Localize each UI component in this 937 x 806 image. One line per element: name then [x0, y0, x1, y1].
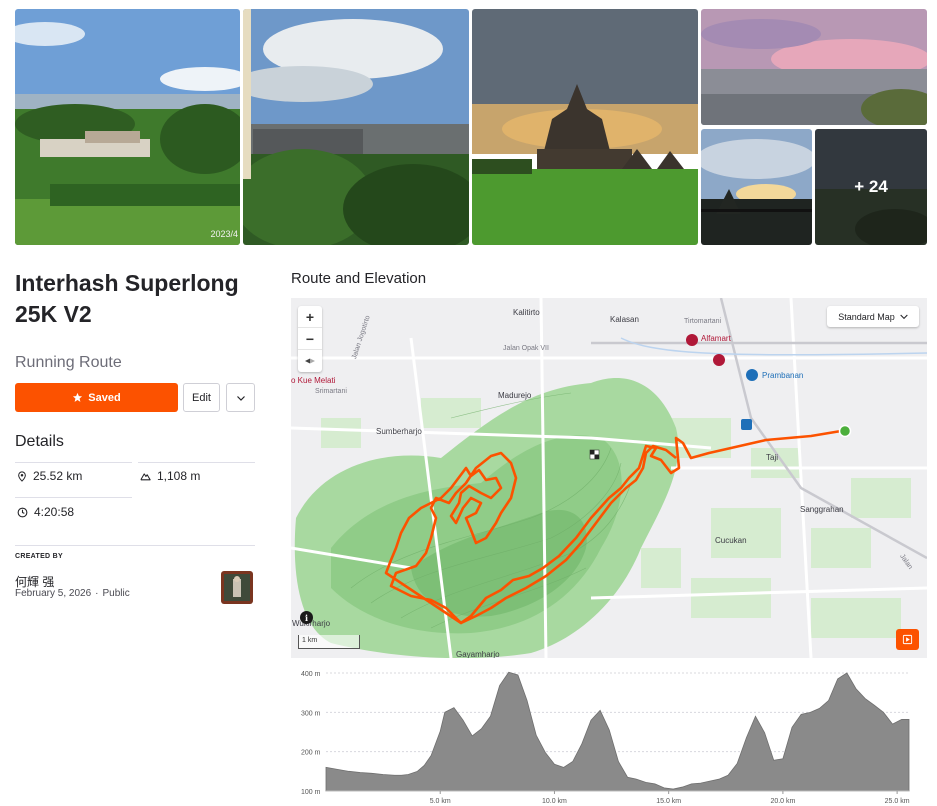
- chevron-down-icon: [900, 314, 908, 319]
- map-label-gayamharjo: Gayamharjo: [456, 650, 500, 658]
- avatar[interactable]: [221, 571, 253, 604]
- photo-gallery: 2023/4 + 24: [15, 9, 927, 245]
- route-photo-6-more[interactable]: + 24: [815, 129, 927, 245]
- location-pin-icon: [18, 470, 26, 482]
- map-label-sanggrahan: Sanggrahan: [800, 505, 844, 514]
- y-tick-label: 300 m: [301, 710, 321, 717]
- x-tick-label: 10.0 km: [542, 798, 567, 805]
- divider: [15, 497, 132, 498]
- route-map[interactable]: Kalitirto Kalasan Tirtomartani Jalan Opa…: [291, 298, 927, 658]
- route-photo-4[interactable]: [701, 9, 927, 125]
- map-label-prambanan: Prambanan: [762, 371, 804, 380]
- map-label-alfamart: Alfamart: [701, 334, 731, 343]
- route-photo-5[interactable]: [701, 129, 812, 245]
- route-type: Running Route: [15, 354, 122, 371]
- x-tick-label: 25.0 km: [885, 798, 910, 805]
- y-tick-label: 400 m: [301, 671, 321, 678]
- map-label-tirtomartani: Tirtomartani: [684, 318, 722, 325]
- distance-value: 25.52 km: [33, 469, 83, 483]
- map-style-select[interactable]: Standard Map: [827, 306, 919, 327]
- map-style-label: Standard Map: [838, 311, 895, 322]
- route-photo-2[interactable]: [243, 9, 469, 245]
- more-photos-count: + 24: [815, 129, 927, 245]
- chevron-down-icon: [236, 395, 245, 401]
- elevation-icon: [140, 473, 151, 481]
- compass-button[interactable]: [298, 350, 322, 372]
- route-title: Interhash Superlong 25K V2: [15, 270, 239, 327]
- zoom-in-button[interactable]: +: [298, 306, 322, 328]
- zoom-out-button[interactable]: −: [298, 328, 322, 350]
- divider: [15, 545, 255, 546]
- elevation-area: [325, 671, 910, 792]
- map-label-jalan-opak: Jalan Opak VII: [503, 345, 549, 352]
- creator-meta: February 5, 2026 · Public: [15, 588, 130, 599]
- x-tick-label: 15.0 km: [656, 798, 681, 805]
- clock-icon: [17, 507, 28, 517]
- saved-button[interactable]: Saved: [15, 383, 178, 412]
- x-tick-label: 5.0 km: [430, 798, 451, 805]
- stat-distance: 25.52 km: [17, 469, 82, 483]
- map-label-madurejo: Madurejo: [498, 391, 532, 400]
- map-label-sumberharjo: Sumberharjo: [376, 427, 422, 436]
- x-tick-label: 20.0 km: [770, 798, 795, 805]
- route-elevation-heading: Route and Elevation: [291, 270, 427, 287]
- map-scale-bar: 1 km: [298, 635, 360, 649]
- divider: [138, 462, 255, 463]
- y-tick-label: 200 m: [301, 750, 321, 757]
- y-tick-label: 100 m: [301, 789, 321, 796]
- created-date: February 5, 2026: [15, 588, 92, 599]
- map-label-kalitirto: Kalitirto: [513, 308, 540, 317]
- edit-button[interactable]: Edit: [183, 383, 220, 412]
- map-label-taji: Taji: [766, 453, 779, 462]
- visibility-label: Public: [102, 588, 130, 599]
- map-info-button[interactable]: i: [300, 611, 313, 624]
- map-canvas: [291, 298, 927, 658]
- play-flyover-button[interactable]: [896, 629, 919, 650]
- divider: [15, 462, 132, 463]
- zoom-controls: + −: [298, 306, 322, 372]
- photo-date-stamp: 2023/4: [210, 229, 238, 239]
- map-label-kalasan: Kalasan: [610, 315, 639, 324]
- stat-time: 4:20:58: [17, 505, 74, 519]
- route-photo-1[interactable]: 2023/4: [15, 9, 240, 245]
- star-icon: [73, 392, 83, 402]
- elevation-chart[interactable]: 100 m 200 m 300 m 400 m 5.0 km 10.0 km 15.0 km…: [291, 664, 927, 806]
- elevation-gain-value: 1,108 m: [157, 469, 201, 483]
- play-icon: [902, 634, 913, 645]
- route-photo-3[interactable]: [472, 9, 698, 245]
- stat-elevation: 1,108 m: [140, 469, 200, 483]
- compass-icon: [305, 358, 315, 364]
- map-label-cucukan: Cucukan: [715, 536, 747, 545]
- map-label-srimartani: Srimartani: [315, 388, 347, 395]
- time-value: 4:20:58: [34, 505, 75, 519]
- meta-separator: ·: [95, 588, 99, 599]
- created-by-label: CREATED BY: [15, 553, 63, 560]
- more-actions-button[interactable]: [226, 383, 255, 412]
- details-heading: Details: [15, 433, 64, 450]
- saved-button-label: Saved: [88, 391, 121, 404]
- map-label-kue-melati: o Kue Melati: [291, 376, 336, 385]
